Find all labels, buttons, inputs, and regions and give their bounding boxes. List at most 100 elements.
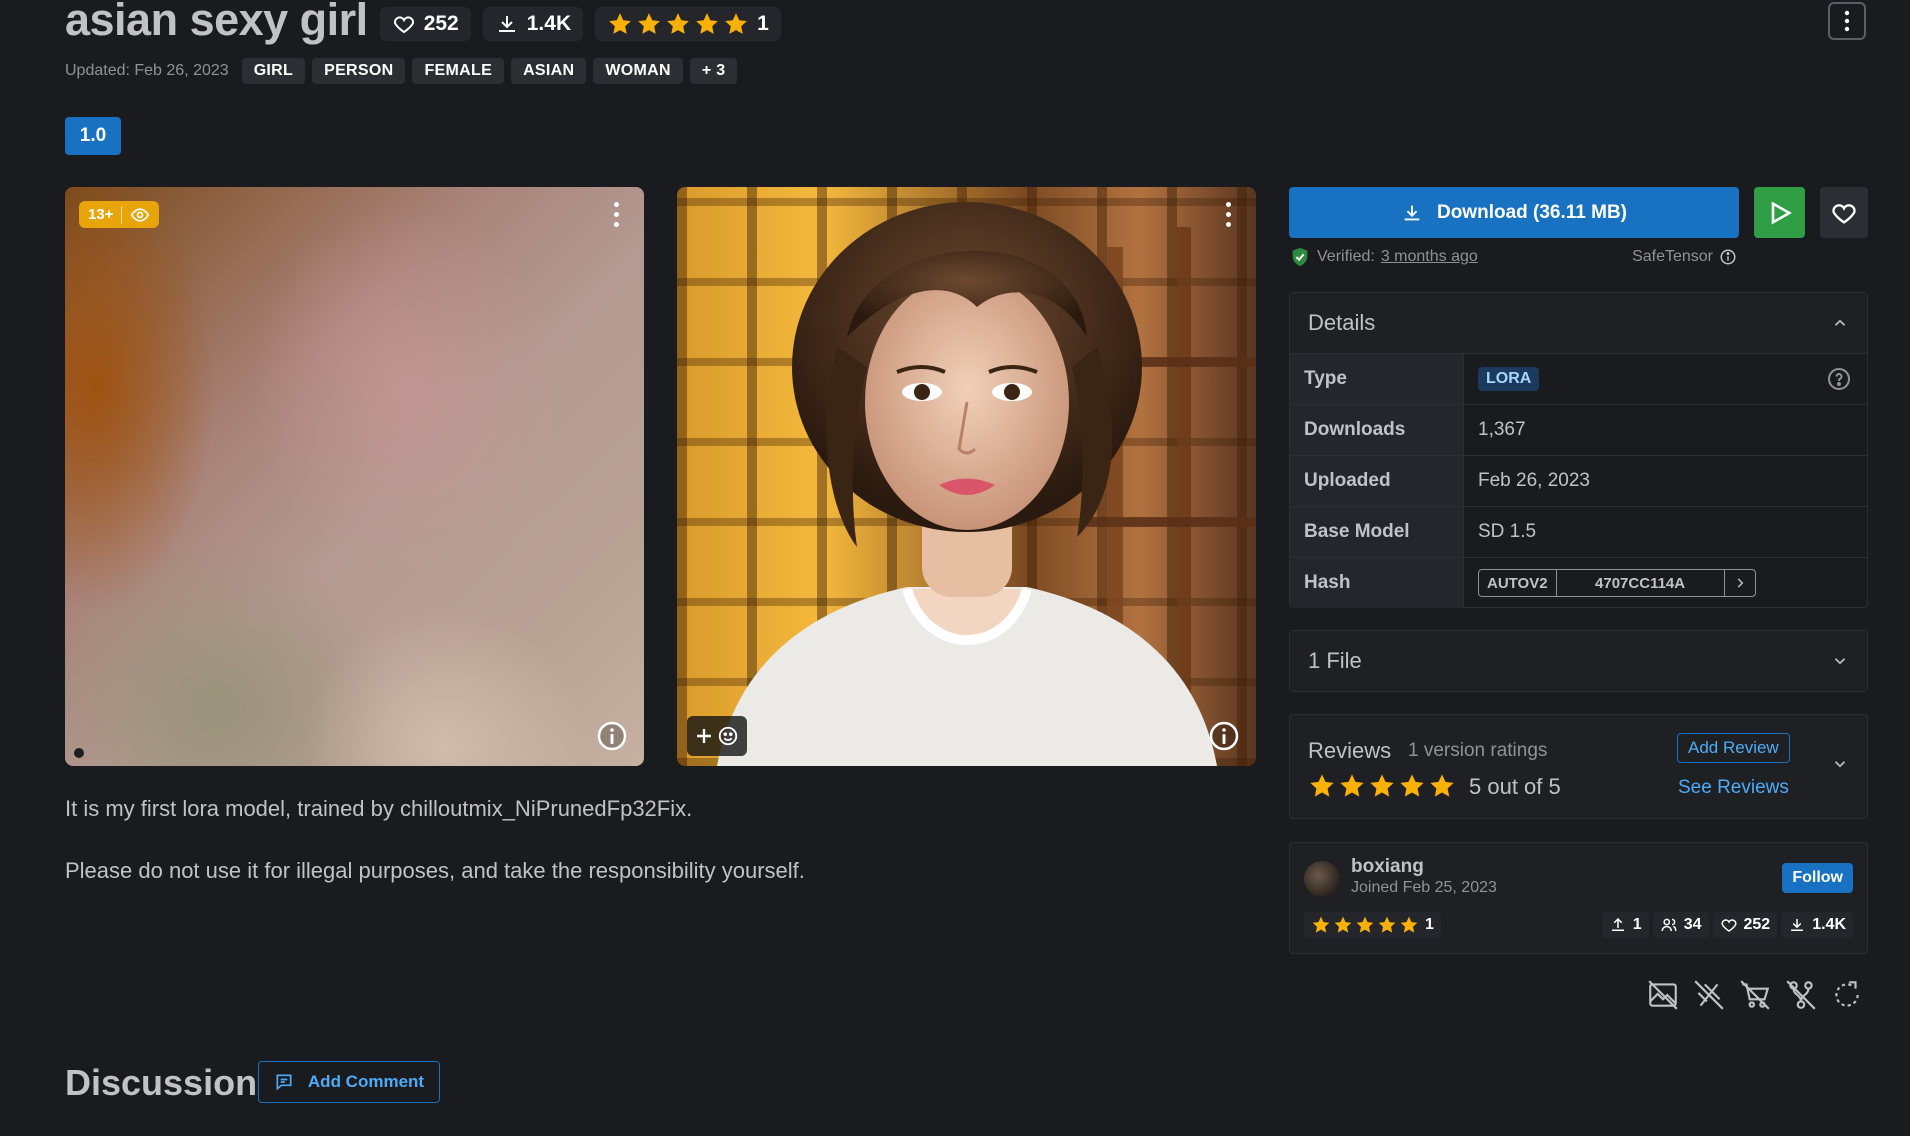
downloads-count: 1.4K [526, 12, 572, 35]
description-line-2: Please do not use it for illegal purpose… [65, 858, 805, 883]
creator-counters: 1 34 252 1.4K [1601, 912, 1853, 938]
detail-row-uploaded: Uploaded Feb 26, 2023 [1290, 455, 1867, 506]
updated-date: Updated: Feb 26, 2023 [65, 62, 229, 79]
nsfw-rating: 13+ [88, 206, 114, 223]
detail-key: Hash [1290, 558, 1464, 608]
status-dot [74, 748, 84, 758]
creator-card: boxiang Joined Feb 25, 2023 Follow 1 1 3… [1289, 842, 1868, 954]
hash-value[interactable]: 4707CC114A [1557, 570, 1725, 596]
rating-badge[interactable]: 1 [595, 7, 781, 41]
tag-person[interactable]: PERSON [312, 58, 406, 84]
title-row: asian sexy girl 252 1.4K 1 [65, 0, 781, 48]
discussion-heading: Discussion [65, 1062, 258, 1103]
add-reaction-button[interactable] [687, 716, 747, 756]
plus-icon [697, 729, 711, 743]
star-icon [1370, 774, 1394, 797]
creator-rating-count: 1 [1425, 916, 1434, 933]
image-menu-button[interactable] [1218, 197, 1238, 231]
star-icon [1312, 916, 1330, 933]
reviews-subtitle: 1 version ratings [1408, 740, 1548, 761]
star-icon [725, 13, 747, 34]
tag-asian[interactable]: ASIAN [511, 58, 587, 84]
badge-divider [121, 205, 123, 224]
no-credit-required-icon[interactable] [1830, 978, 1864, 1012]
no-commercial-icon[interactable] [1738, 978, 1772, 1012]
add-comment-button[interactable]: Add Comment [258, 1061, 440, 1103]
details-header[interactable]: Details [1290, 293, 1867, 353]
likes-badge[interactable]: 252 [379, 7, 471, 41]
upload-icon [1611, 917, 1624, 931]
more-options-button[interactable] [1828, 2, 1866, 40]
help-icon[interactable] [1827, 367, 1851, 391]
portrait-illustration [717, 202, 1256, 766]
vertical-dots-icon [1844, 10, 1850, 32]
creator-name[interactable]: boxiang [1351, 856, 1424, 878]
version-tab[interactable]: 1.0 [65, 117, 121, 155]
detail-key: Downloads [1290, 405, 1464, 455]
no-merge-icon[interactable] [1784, 978, 1818, 1012]
hash-control[interactable]: AUTOV2 4707CC114A [1478, 569, 1756, 597]
detail-value: 1,367 [1478, 419, 1526, 440]
detail-row-downloads: Downloads 1,367 [1290, 404, 1867, 455]
star-icon [1400, 774, 1424, 797]
no-generation-service-icon[interactable] [1692, 978, 1726, 1012]
info-icon[interactable] [1719, 248, 1737, 266]
info-icon[interactable] [1208, 720, 1240, 752]
hash-next-button[interactable] [1725, 570, 1755, 596]
download-icon [1791, 919, 1804, 931]
gallery-image-blurred[interactable]: 13+ [65, 187, 644, 766]
tag-woman[interactable]: WOMAN [593, 58, 683, 84]
download-icon [498, 16, 515, 32]
file-format-label: SafeTensor [1632, 248, 1713, 265]
chevron-right-icon [1737, 578, 1743, 588]
creator-likes-count: 252 [1743, 916, 1771, 933]
add-comment-label: Add Comment [307, 1072, 425, 1091]
more-tags-button[interactable]: + 3 [689, 58, 738, 84]
favorite-button[interactable] [1820, 187, 1868, 238]
run-model-button[interactable] [1754, 187, 1805, 238]
review-stars [1308, 772, 1456, 800]
files-panel[interactable]: 1 File [1289, 630, 1868, 692]
download-button[interactable]: Download (36.11 MB) [1289, 187, 1739, 238]
add-review-button[interactable]: Add Review [1677, 733, 1790, 763]
star-icon [609, 13, 631, 34]
star-icon [1334, 916, 1352, 933]
chevron-down-icon[interactable] [1831, 755, 1849, 773]
verified-date-link[interactable]: 3 months ago [1381, 248, 1478, 266]
reviews-heading: Reviews [1308, 738, 1392, 763]
tag-girl[interactable]: GIRL [241, 58, 306, 84]
type-badge: LORA [1478, 367, 1540, 391]
tag-female[interactable]: FEMALE [412, 58, 505, 84]
review-score: 5 out of 5 [1469, 774, 1561, 799]
heart-icon [1720, 919, 1737, 932]
files-header[interactable]: 1 File [1290, 631, 1867, 691]
star-icon [667, 13, 689, 34]
chevron-up-icon [1834, 319, 1846, 326]
info-icon[interactable] [596, 720, 628, 752]
no-image-sell-icon[interactable] [1646, 978, 1680, 1012]
nsfw-toggle-badge[interactable]: 13+ [79, 201, 160, 228]
gallery-image-portrait[interactable] [677, 187, 1256, 766]
star-icon [638, 13, 660, 34]
files-heading: 1 File [1308, 648, 1362, 673]
creator-joined: Joined Feb 25, 2023 [1351, 879, 1497, 896]
image-menu-button[interactable] [606, 197, 626, 231]
detail-value: Feb 26, 2023 [1478, 470, 1590, 491]
download-label: Download (36.11 MB) [1436, 201, 1628, 223]
rating-count: 1 [757, 12, 769, 35]
hash-type[interactable]: AUTOV2 [1479, 570, 1557, 596]
smiley-icon [718, 726, 738, 746]
star-icon [1340, 774, 1364, 797]
see-reviews-link[interactable]: See Reviews [1678, 777, 1789, 799]
detail-row-base-model: Base Model SD 1.5 [1290, 506, 1867, 557]
shield-check-icon [1292, 247, 1308, 267]
heart-icon [1832, 203, 1856, 224]
play-icon [1771, 200, 1792, 225]
detail-row-hash: Hash AUTOV2 4707CC114A [1290, 557, 1867, 608]
avatar[interactable] [1304, 861, 1340, 897]
downloads-badge: 1.4K [482, 7, 584, 41]
detail-key: Uploaded [1290, 456, 1464, 506]
follow-button[interactable]: Follow [1782, 863, 1853, 893]
detail-key: Type [1290, 354, 1464, 404]
followers-stat: 34 [1652, 912, 1709, 938]
